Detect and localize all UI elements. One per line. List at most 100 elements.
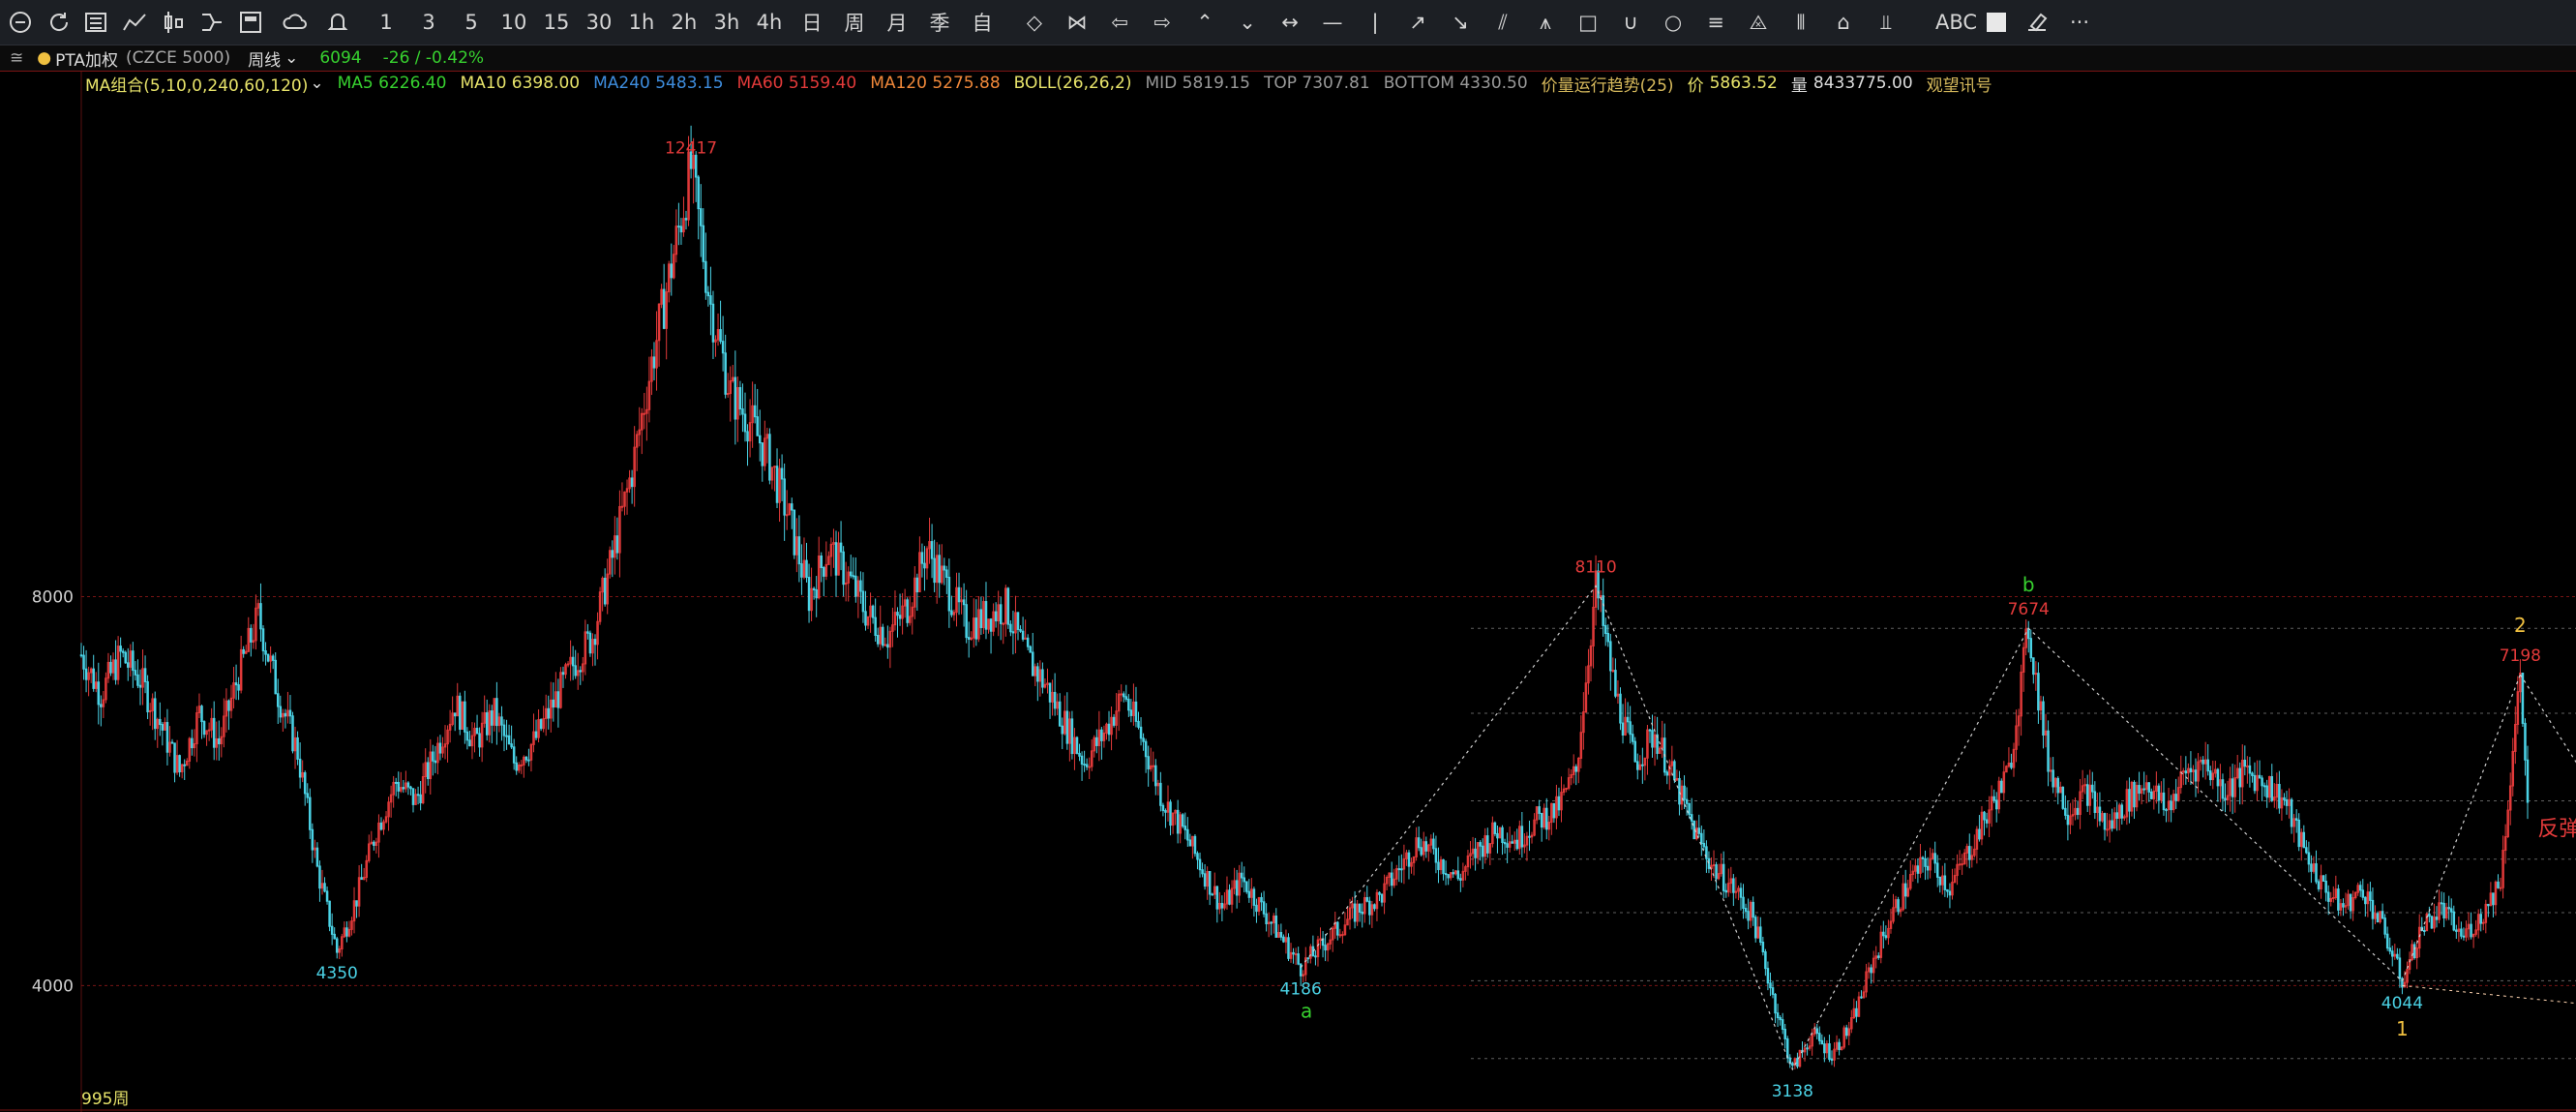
candle-body [1061, 725, 1064, 735]
hline-icon[interactable]: — [1318, 8, 1347, 37]
more-button[interactable]: ··· [2065, 8, 2094, 37]
period-button[interactable]: 15 [542, 8, 571, 37]
period-button[interactable]: 5 [457, 8, 486, 37]
cloud-icon[interactable] [281, 8, 310, 37]
kline-chart[interactable]: 8000 4000 995周 12417 8110 7674 7198 4350 4186 31… [0, 72, 2576, 1112]
candle-body [330, 925, 334, 935]
candle-body [284, 712, 287, 717]
candle-body [933, 557, 936, 584]
period-button[interactable]: 自 [968, 8, 997, 37]
candle-icon[interactable] [159, 8, 188, 37]
candle-body [2042, 701, 2045, 736]
wave-icon[interactable]: ⩚ [1531, 8, 1560, 37]
candle-body [1122, 693, 1125, 698]
candle-body [1078, 752, 1081, 757]
fork-icon[interactable] [197, 8, 226, 37]
period-button[interactable]: 周 [840, 8, 869, 37]
candle-body [264, 650, 267, 655]
candle-body [1715, 864, 1718, 880]
abc-button[interactable]: ABC [1935, 8, 1977, 37]
candle-body [805, 559, 808, 579]
refresh-icon[interactable] [45, 8, 74, 37]
circle-icon[interactable]: ○ [1659, 8, 1688, 37]
candle-body [360, 877, 363, 881]
candle-body [2526, 759, 2530, 803]
fib-icon[interactable]: ≡ [1701, 8, 1730, 37]
collapse-icon[interactable]: ⋈ [1063, 8, 1092, 37]
period-button[interactable]: 日 [797, 8, 826, 37]
candle-body [1120, 693, 1123, 696]
candle-body [967, 637, 971, 640]
candle-body [1641, 764, 1644, 766]
window-icon[interactable] [236, 8, 265, 37]
period-button[interactable]: 4h [755, 8, 784, 37]
candle-body [1324, 945, 1327, 951]
candle-body [1112, 716, 1116, 726]
color-swatch-icon[interactable] [1982, 8, 2011, 37]
candle-body [2061, 786, 2065, 809]
chevron-down-icon[interactable]: ⌄ [310, 74, 323, 93]
double-down-icon[interactable]: ⌄ [1233, 8, 1262, 37]
double-up-icon[interactable]: ⌃ [1190, 8, 1219, 37]
boll-label[interactable]: BOLL(26,26,2) [1014, 74, 1132, 93]
candle-body [1493, 822, 1497, 834]
home-icon[interactable]: ⌂ [1829, 8, 1858, 37]
arrow-right-icon[interactable]: ⇨ [1148, 8, 1177, 37]
candle-body [1368, 900, 1371, 916]
vline-icon[interactable]: | [1361, 8, 1390, 37]
period-button[interactable]: 季 [925, 8, 954, 37]
width-icon[interactable]: ↔ [1275, 8, 1304, 37]
candle-body [1058, 701, 1062, 727]
list-icon[interactable] [81, 8, 110, 37]
candle-body [2202, 759, 2204, 765]
period-button[interactable]: 3 [414, 8, 443, 37]
trough-label: 4186 [1280, 980, 1322, 1000]
expand-icon[interactable]: ◇ [1020, 8, 1049, 37]
period-button[interactable]: 30 [584, 8, 614, 37]
candle-body [2170, 800, 2172, 811]
candle-body [311, 828, 315, 851]
gann-icon[interactable]: ⨻ [1744, 8, 1773, 37]
trend-label[interactable]: 价量运行趋势(25) [1542, 72, 1674, 96]
candle-body [1926, 865, 1930, 871]
menu-icon[interactable] [6, 8, 35, 37]
candle-body [1626, 716, 1630, 723]
period-button[interactable]: 10 [499, 8, 528, 37]
candle-body [1424, 841, 1428, 852]
candle-body [1565, 787, 1568, 790]
candle-body [947, 576, 951, 612]
candle-body [2460, 928, 2463, 937]
arrow-left-icon[interactable]: ⇦ [1105, 8, 1134, 37]
link-icon[interactable]: ≅ [10, 48, 23, 68]
candle-body [323, 883, 326, 892]
bell-icon[interactable] [323, 8, 352, 37]
period-button[interactable]: 1 [372, 8, 401, 37]
chevron-down-icon[interactable]: ⌄ [285, 48, 298, 68]
period-button[interactable]: 月 [883, 8, 912, 37]
parallel-icon[interactable]: ⫽ [1488, 8, 1517, 37]
ma60-value: MA60 5159.40 [736, 74, 857, 93]
period-button[interactable]: 3h [712, 8, 741, 37]
candle-body [465, 731, 469, 741]
ray-icon[interactable]: ↗ [1403, 8, 1432, 37]
candle-body [97, 681, 101, 706]
symbol-name[interactable]: PTA加权 [55, 46, 118, 71]
candle-body [1511, 841, 1513, 844]
ray-down-icon[interactable]: ↘ [1446, 8, 1475, 37]
eraser-icon[interactable] [2022, 8, 2052, 37]
candle-body [2349, 893, 2352, 912]
candle-body [1631, 734, 1634, 742]
bars-icon[interactable]: ⦀ [1786, 8, 1815, 37]
period-button[interactable]: 1h [627, 8, 656, 37]
line-chart-icon[interactable] [120, 8, 149, 37]
candle-body [800, 563, 803, 578]
volume-icon[interactable]: ⫫ [1872, 8, 1901, 37]
period-select[interactable]: 周线 [248, 46, 281, 71]
arc-icon[interactable]: ∪ [1616, 8, 1645, 37]
rect-icon[interactable]: □ [1573, 8, 1603, 37]
candle-body [1967, 846, 1971, 860]
candle-body [2388, 947, 2391, 952]
period-button[interactable]: 2h [670, 8, 699, 37]
candle-body [1353, 903, 1357, 922]
ma-group-label[interactable]: MA组合(5,10,0,240,60,120) [85, 72, 308, 96]
